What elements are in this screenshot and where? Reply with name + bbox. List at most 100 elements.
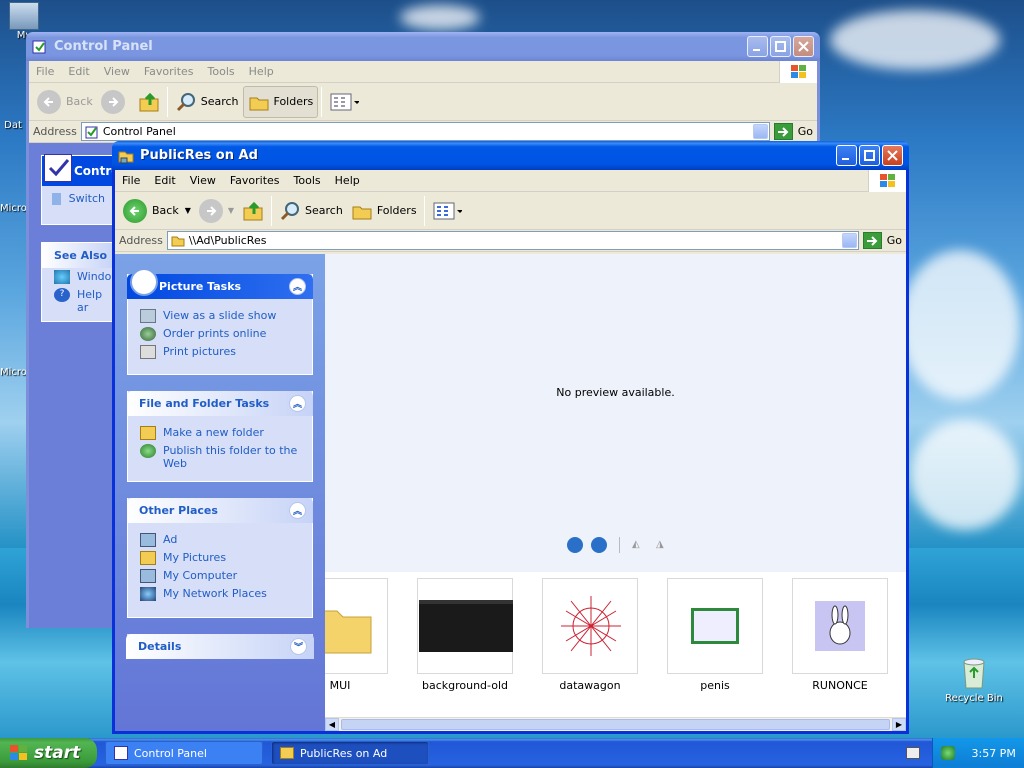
address-field[interactable]: Control Panel [80,122,770,141]
address-label: Address [119,234,163,247]
forward-button[interactable]: ▼ [195,195,238,227]
thumbnail-penis[interactable] [667,578,763,674]
publish-folder-link[interactable]: Publish this folder to the Web [128,442,312,472]
address-field[interactable]: \\Ad\PublicRes [166,231,859,250]
scroll-left-button[interactable]: ◀ [325,718,339,731]
desktop-icon-dat[interactable]: Dat [2,120,24,131]
search-button[interactable]: Search [171,86,243,118]
menu-tools[interactable]: Tools [201,65,242,78]
address-dropdown-button[interactable] [752,124,768,139]
publicres-window[interactable]: PublicRes on Ad File Edit View Favorites… [112,141,909,734]
go-button[interactable]: Go [862,232,902,249]
forward-button[interactable] [97,86,134,118]
folders-button[interactable]: Folders [242,85,319,118]
menu-favorites[interactable]: Favorites [223,174,287,187]
minimize-button[interactable] [836,145,857,166]
title-bar[interactable]: Control Panel [26,32,820,61]
maximize-icon [864,150,875,161]
menu-tools[interactable]: Tools [287,174,328,187]
see-also-pane: See Also Window ? Help ar [41,242,120,322]
see-also-help[interactable]: ? Help ar [42,286,115,316]
menu-view[interactable]: View [97,65,137,78]
other-places-header[interactable]: Other Places ︽ [127,498,313,523]
back-button[interactable]: Back [33,86,97,118]
collapse-chevron-icon[interactable]: ︽ [289,278,306,295]
close-button[interactable] [793,36,814,57]
up-folder-button[interactable] [134,86,164,118]
scroll-right-button[interactable]: ▶ [892,718,906,731]
views-button[interactable] [325,86,363,118]
view-slideshow-link[interactable]: View as a slide show [128,307,312,325]
picture-tasks-icon [130,268,158,296]
make-new-folder-link[interactable]: Make a new folder [128,424,312,442]
folders-label: Folders [376,204,417,217]
menu-file[interactable]: File [29,65,61,78]
desktop-icon-recycle-bin[interactable]: Recycle Bin [942,656,1006,704]
switch-view-link[interactable]: Switch [42,186,115,211]
order-prints-link[interactable]: Order prints online [128,325,312,343]
thumbnail-mui[interactable] [325,578,388,674]
see-also-windows-update[interactable]: Window [42,268,120,286]
folder-icon [249,97,269,110]
menu-help[interactable]: Help [242,65,281,78]
expand-chevron-icon[interactable]: ︾ [290,638,307,655]
maximize-button[interactable] [859,145,880,166]
taskbar-item-publicres[interactable]: PublicRes on Ad [271,741,429,765]
previous-image-button[interactable] [567,537,583,553]
views-button[interactable] [428,195,466,227]
back-dropdown-icon[interactable]: ▼ [185,206,191,215]
task-label: Web [163,457,187,470]
recycle-bin-icon [963,658,985,689]
menu-favorites[interactable]: Favorites [137,65,201,78]
maximize-button[interactable] [770,36,791,57]
other-place-my-pictures[interactable]: My Pictures [128,549,312,567]
other-place-my-network[interactable]: My Network Places [128,585,312,603]
place-label: My Network Places [163,587,267,600]
back-button[interactable]: Back ▼ [119,195,195,227]
panel-title: Other Places [139,504,218,517]
title-bar[interactable]: PublicRes on Ad [112,141,909,170]
go-button[interactable]: Go [773,123,813,140]
desktop-icon-micro-2[interactable]: Micro [0,367,27,378]
rotate-clockwise-icon[interactable]: ◭ [632,539,648,551]
scrollbar-thumb[interactable] [341,719,890,730]
network-status-icon[interactable] [941,746,956,760]
other-place-ad[interactable]: Ad [128,531,312,549]
address-dropdown-button[interactable] [841,233,857,248]
menu-edit[interactable]: Edit [147,174,182,187]
folders-label: Folders [273,95,314,108]
clock[interactable]: 3:57 PM [971,747,1015,760]
help-icon: ? [54,288,70,302]
thumbnail-background-old[interactable] [417,578,513,674]
go-arrow-icon [862,232,882,249]
control-panel-icon [32,40,46,53]
desktop-icon-micro-1[interactable]: Micro [0,203,27,214]
search-button[interactable]: Search [275,195,347,227]
thumbnail-datawagon[interactable] [542,578,638,674]
folders-button[interactable]: Folders [347,195,421,227]
collapse-chevron-icon[interactable]: ︽ [289,502,306,519]
minimize-button[interactable] [747,36,768,57]
thumbnail-runonce[interactable] [792,578,888,674]
next-image-button[interactable] [591,537,607,553]
other-place-my-computer[interactable]: My Computer [128,567,312,585]
menu-file[interactable]: File [115,174,147,187]
picture-tasks-panel: Picture Tasks ︽ View as a slide show Ord… [127,268,313,375]
taskbar: start Control Panel PublicRes on Ad 3:57… [0,738,1024,768]
file-folder-tasks-header[interactable]: File and Folder Tasks ︽ [127,391,313,416]
keyboard-icon[interactable] [906,747,920,759]
panel-title: Picture Tasks [159,280,242,293]
collapse-chevron-icon[interactable]: ︽ [289,395,306,412]
details-header[interactable]: Details ︾ [126,634,314,659]
menu-edit[interactable]: Edit [61,65,96,78]
rotate-counterclockwise-icon[interactable]: ◮ [656,539,672,551]
menu-help[interactable]: Help [328,174,367,187]
close-button[interactable] [882,145,903,166]
up-folder-button[interactable] [238,195,268,227]
taskbar-item-control-panel[interactable]: Control Panel [105,741,263,765]
print-pictures-link[interactable]: Print pictures [128,343,312,361]
start-button[interactable]: start [0,738,97,768]
horizontal-scrollbar[interactable]: ◀ ▶ [325,717,906,731]
new-folder-icon [140,426,156,440]
menu-view[interactable]: View [183,174,223,187]
